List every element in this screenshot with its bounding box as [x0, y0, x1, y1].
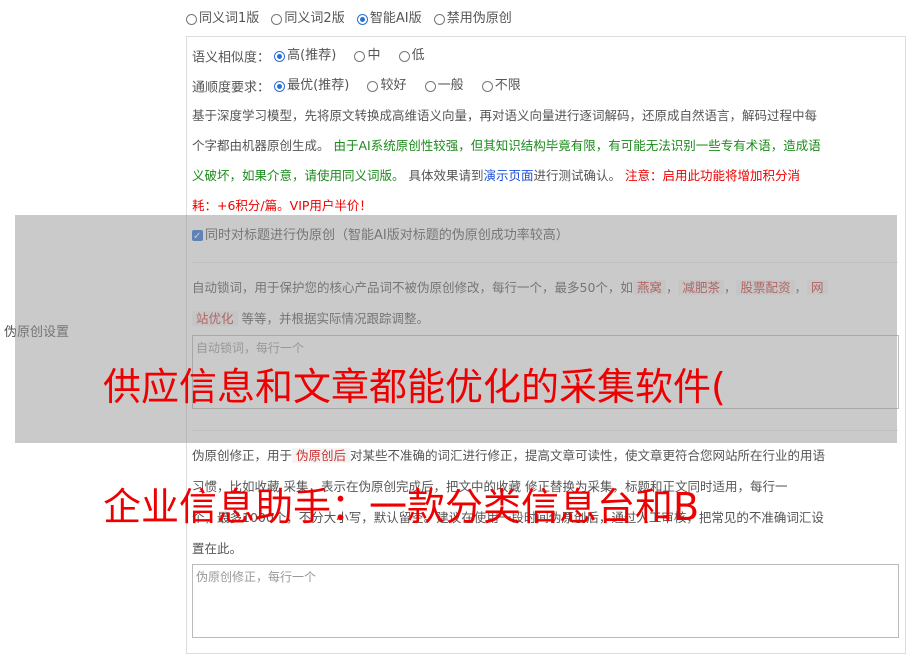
radio-icon: [424, 80, 436, 92]
radio-selected-icon: [274, 80, 286, 92]
radio-icon: [186, 13, 197, 25]
demo-page-link[interactable]: 演示页面: [484, 168, 534, 183]
version-radio-group: 同义词1版 同义词2版 智能AI版 禁用伪原创: [186, 10, 520, 31]
similarity-row: 语义相似度： 高(推荐) 中 低: [192, 41, 433, 74]
overlay-caption-1: 供应信息和文章都能优化的采集软件(: [103, 365, 726, 409]
similarity-label: 语义相似度：: [192, 50, 271, 66]
radio-icon: [367, 80, 379, 92]
fluency-any[interactable]: 不限: [481, 71, 521, 101]
example-tag: 伪原创后: [292, 448, 351, 463]
correction-textarea[interactable]: 伪原创修正，每行一个: [192, 564, 899, 638]
similarity-medium[interactable]: 中: [354, 41, 380, 71]
fluency-label: 通顺度要求：: [192, 80, 271, 96]
radio-selected-icon: [356, 13, 368, 25]
radio-icon: [271, 13, 283, 25]
version-option-1[interactable]: 同义词1版: [186, 10, 259, 28]
overlay-caption-2: 企业信息助手：一款分类信息台和B: [103, 485, 700, 529]
version-option-ai[interactable]: 智能AI版: [356, 10, 422, 28]
fluency-best[interactable]: 最优(推荐): [274, 71, 349, 101]
version-option-2[interactable]: 同义词2版: [271, 10, 345, 28]
similarity-high[interactable]: 高(推荐): [274, 41, 336, 71]
radio-icon: [398, 50, 410, 62]
radio-icon: [481, 80, 493, 92]
radio-selected-icon: [274, 50, 286, 62]
ai-description: 基于深度学习模型，先将原文转换成高维语义向量，再对语义向量进行逐词解码，还原成自…: [192, 108, 821, 213]
similarity-low[interactable]: 低: [398, 41, 425, 71]
fluency-good[interactable]: 较好: [367, 71, 406, 101]
version-option-disable[interactable]: 禁用伪原创: [433, 10, 512, 28]
radio-icon: [433, 13, 445, 25]
radio-icon: [354, 50, 366, 62]
fluency-row: 通顺度要求： 最优(推荐) 较好 一般 不限: [192, 71, 529, 104]
fluency-normal[interactable]: 一般: [424, 71, 464, 101]
